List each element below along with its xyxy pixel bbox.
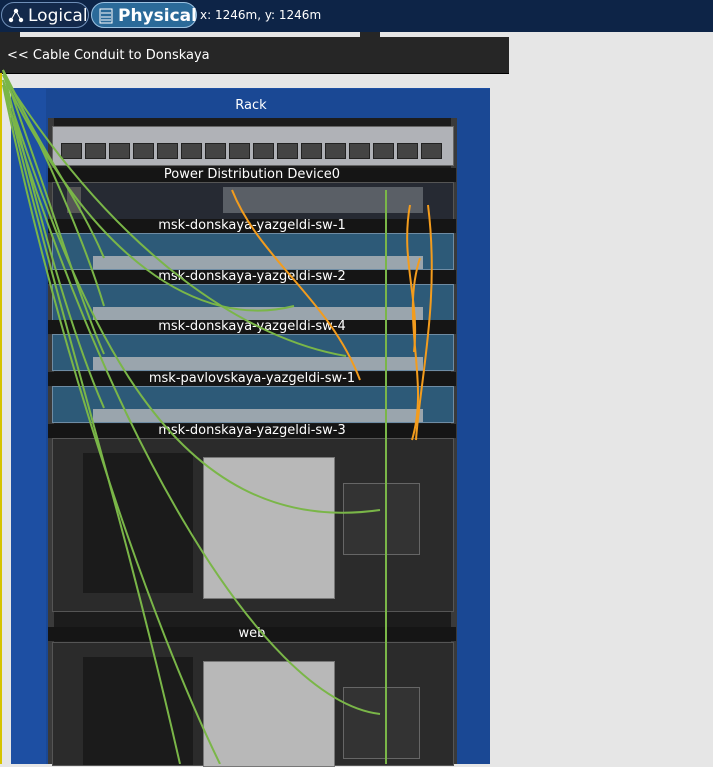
logical-label: Logical: [28, 6, 88, 26]
switch-donskaya-sw-4[interactable]: [52, 334, 454, 371]
patch-port[interactable]: [133, 143, 154, 159]
server-chassis-body: [203, 457, 335, 599]
patch-port[interactable]: [277, 143, 298, 159]
patch-port[interactable]: [229, 143, 250, 159]
patch-port[interactable]: [301, 143, 322, 159]
pdu-outlets: [223, 187, 423, 213]
patch-port[interactable]: [349, 143, 370, 159]
patch-port[interactable]: [397, 143, 418, 159]
logical-topology-icon: [8, 8, 24, 23]
back-to-conduit-link[interactable]: << Cable Conduit to Donskaya: [7, 48, 210, 63]
switch-donskaya-sw-2[interactable]: [52, 284, 454, 321]
patch-port[interactable]: [421, 143, 442, 159]
coordinates-readout: x: 1246m, y: 1246m: [200, 8, 322, 22]
device-label-pavlovskaya: msk-pavlovskaya-yazgeldi-sw-1: [48, 372, 456, 386]
switch-donskaya-sw-1[interactable]: [52, 233, 454, 270]
device-label-sw3: msk-donskaya-yazgeldi-sw-3: [48, 424, 456, 438]
power-distribution-device[interactable]: [52, 182, 454, 220]
patch-port[interactable]: [325, 143, 346, 159]
patch-port[interactable]: [181, 143, 202, 159]
left-edge-marker: [0, 73, 2, 764]
management-module: [343, 687, 420, 759]
device-label-sw4: msk-donskaya-yazgeldi-sw-4: [48, 320, 456, 334]
physical-label: Physical: [118, 6, 197, 26]
web-server[interactable]: [52, 642, 454, 767]
patch-port[interactable]: [157, 143, 178, 159]
patch-port[interactable]: [109, 143, 130, 159]
patch-port[interactable]: [205, 143, 226, 159]
scroll-track: [20, 32, 360, 37]
blade-bay: [83, 657, 193, 765]
physical-view-button[interactable]: Physical: [91, 2, 197, 28]
switch-pavlovskaya-sw-1[interactable]: [52, 386, 454, 423]
patch-port[interactable]: [85, 143, 106, 159]
patch-port[interactable]: [61, 143, 82, 159]
logical-view-button[interactable]: Logical: [1, 2, 89, 28]
device-label-web: web: [48, 627, 456, 641]
patch-port[interactable]: [373, 143, 394, 159]
device-label-sw2: msk-donskaya-yazgeldi-sw-2: [48, 270, 456, 284]
device-label-pdu: Power Distribution Device0: [48, 168, 456, 182]
patch-panel[interactable]: [52, 126, 454, 166]
top-toolbar: Logical Physical x: 1246m, y: 1246m: [0, 0, 713, 32]
server-chassis-body: [203, 661, 335, 767]
device-label-sw1: msk-donskaya-yazgeldi-sw-1: [48, 219, 456, 233]
physical-rack-icon: [99, 8, 113, 24]
blade-bay: [83, 453, 193, 593]
pdu-module: [67, 187, 81, 213]
scroll-track: [380, 32, 509, 37]
server-chassis[interactable]: [52, 438, 454, 612]
rack-title: Rack: [235, 98, 267, 113]
management-module: [343, 483, 420, 555]
patch-port[interactable]: [253, 143, 274, 159]
